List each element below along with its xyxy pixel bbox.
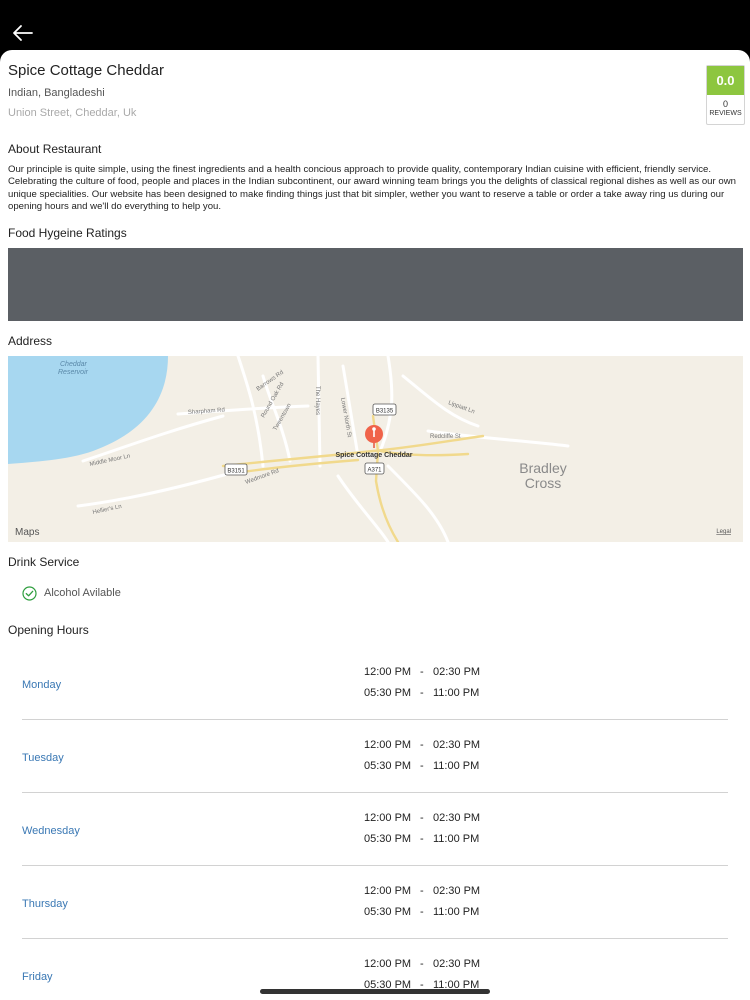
close-time: 11:00 PM — [433, 833, 480, 845]
open-time: 12:00 PM — [364, 885, 412, 897]
open-time: 12:00 PM — [364, 666, 412, 678]
day-label[interactable]: Thursday — [22, 898, 68, 910]
hours-row-thursday: Thursday 12:00 PM - 02:30 PM 05:30 PM - … — [22, 865, 728, 939]
day-label[interactable]: Monday — [22, 679, 61, 691]
restaurant-address: Union Street, Cheddar, Uk — [8, 107, 137, 119]
hygiene-title: Food Hygeine Ratings — [8, 226, 127, 240]
maps-legal-link: Legal — [716, 529, 731, 535]
time-separator: - — [420, 760, 424, 772]
address-map[interactable]: Cheddar Reservoir Sharpham Rd Barrows Rd… — [8, 356, 743, 542]
close-time: 02:30 PM — [433, 958, 481, 970]
open-time: 05:30 PM — [364, 687, 412, 699]
map-street-hayes: The Hayes — [314, 386, 320, 415]
map-area-bradley: Bradley — [519, 460, 566, 476]
close-time: 02:30 PM — [433, 885, 481, 897]
hours-row-wednesday: Wednesday 12:00 PM - 02:30 PM 05:30 PM -… — [22, 792, 728, 866]
map-pin-icon — [365, 425, 383, 448]
maps-brand: Maps — [15, 527, 39, 538]
rating-badge[interactable]: 0.0 0 REVIEWS — [706, 65, 745, 125]
reservoir-water — [8, 356, 168, 464]
restaurant-cuisine: Indian, Bangladeshi — [8, 87, 105, 99]
close-time: 11:00 PM — [433, 906, 480, 918]
open-time: 05:30 PM — [364, 833, 412, 845]
close-time: 02:30 PM — [433, 666, 481, 678]
map-pin-label: Spice Cottage Cheddar — [335, 452, 412, 459]
about-text: Our principle is quite simple, using the… — [8, 164, 736, 213]
hours-row-tuesday: Tuesday 12:00 PM - 02:30 PM 05:30 PM - 1… — [22, 719, 728, 793]
time-separator: - — [420, 885, 424, 897]
time-separator: - — [420, 906, 424, 918]
map-road-a371: A371 — [367, 468, 382, 474]
close-time: 02:30 PM — [433, 812, 481, 824]
time-separator: - — [420, 687, 424, 699]
close-time: 02:30 PM — [433, 739, 481, 751]
open-time: 12:00 PM — [364, 958, 412, 970]
map-road-b3151: B3151 — [227, 469, 245, 475]
day-label[interactable]: Friday — [22, 971, 53, 983]
time-separator: - — [420, 958, 424, 970]
top-bar — [0, 0, 750, 52]
map-label-reservoir: Reservoir — [58, 369, 89, 376]
open-time: 05:30 PM — [364, 760, 412, 772]
map-area-cross: Cross — [525, 475, 562, 491]
restaurant-detail-sheet: Spice Cottage Cheddar Indian, Bangladesh… — [0, 50, 750, 1000]
map-street-sharpham: Sharpham Rd — [188, 407, 225, 416]
time-separator: - — [420, 812, 424, 824]
day-label[interactable]: Wednesday — [22, 825, 80, 837]
map-road-b3135: B3135 — [376, 409, 394, 415]
time-separator: - — [420, 833, 424, 845]
back-arrow-icon[interactable] — [10, 20, 36, 46]
check-circle-icon — [22, 586, 37, 601]
map-street-redcliffe: Redcliffe St — [430, 434, 461, 440]
drink-title: Drink Service — [8, 555, 80, 569]
time-separator: - — [420, 666, 424, 678]
about-title: About Restaurant — [8, 142, 102, 156]
reviews-count: 0 — [722, 99, 728, 109]
close-time: 11:00 PM — [433, 687, 480, 699]
hours-row-monday: Monday 12:00 PM - 02:30 PM 05:30 PM - 11… — [22, 646, 728, 720]
day-label[interactable]: Tuesday — [22, 752, 64, 764]
address-title: Address — [8, 334, 53, 348]
restaurant-name: Spice Cottage Cheddar — [8, 62, 164, 79]
opening-hours-title: Opening Hours — [8, 623, 89, 637]
open-time: 05:30 PM — [364, 906, 412, 918]
alcohol-label: Alcohol Avilable — [44, 587, 121, 599]
map-label-cheddar: Cheddar — [60, 361, 88, 368]
open-time: 12:00 PM — [364, 739, 412, 751]
time-separator: - — [420, 739, 424, 751]
map-street-hellier: Hellier's Ln — [92, 504, 122, 516]
open-time: 12:00 PM — [364, 812, 412, 824]
rating-score: 0.0 — [707, 66, 744, 95]
home-indicator[interactable] — [260, 989, 490, 994]
reviews-label: REVIEWS — [709, 110, 742, 117]
hygiene-rating-image — [8, 248, 743, 321]
close-time: 11:00 PM — [433, 760, 480, 772]
